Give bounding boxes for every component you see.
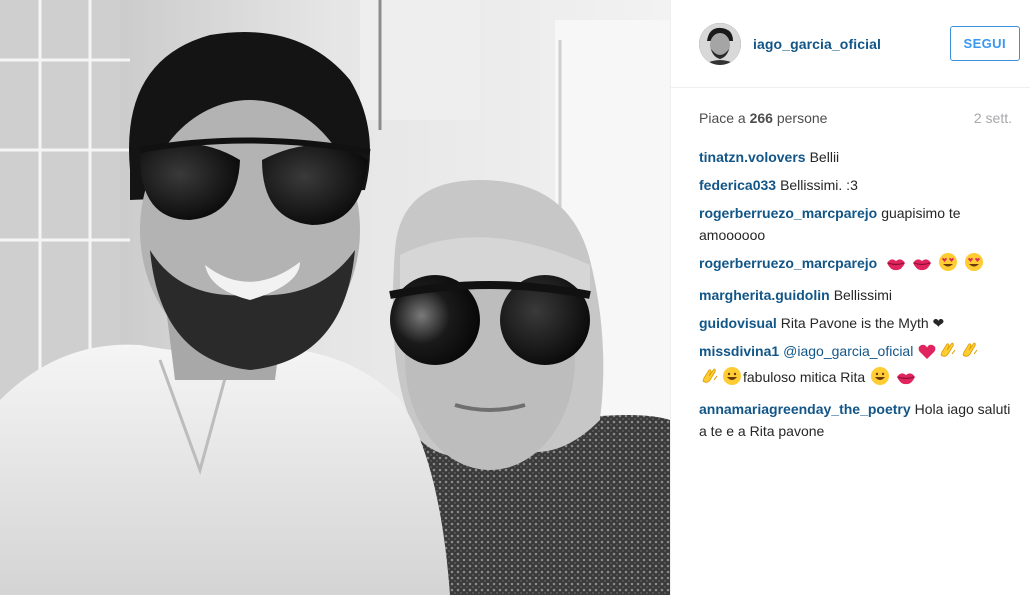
likes-suffix: persone (776, 110, 828, 126)
likes-prefix: Piace a (699, 110, 746, 126)
likes-count: 266 (749, 110, 773, 126)
heart-eyes-face-icon (964, 252, 984, 278)
clapping-hands-icon (960, 340, 980, 366)
comment-mention[interactable]: @iago_garcia_oficial (783, 343, 913, 359)
comment-item: rogerberruezo_marcparejo (699, 252, 1012, 278)
avatar-image (699, 22, 741, 65)
post-timestamp[interactable]: 2 sett. (974, 110, 1012, 126)
comment-username[interactable]: rogerberruezo_marcparejo (699, 205, 877, 221)
kiss-lips-icon (886, 256, 906, 278)
comment-username[interactable]: margherita.guidolin (699, 287, 830, 303)
comment-text: Bellissimi. :3 (780, 177, 858, 193)
post-photo[interactable] (0, 0, 670, 595)
comment-text: fabuloso mitica Rita (743, 369, 866, 385)
comment-item: guidovisual Rita Pavone is the Myth ❤ (699, 312, 1012, 334)
comment-item: rogerberruezo_marcparejo guapisimo te amo… (699, 202, 1012, 246)
kiss-lips-icon (912, 256, 932, 278)
clapping-hands-icon (700, 366, 720, 392)
comment-text: Bellissimi (833, 287, 893, 303)
comment-text: Rita Pavone is the Myth ❤ (780, 315, 945, 331)
comment-item: margherita.guidolin Bellissimi (699, 284, 1012, 306)
comment-username[interactable]: rogerberruezo_marcparejo (699, 255, 877, 271)
comment-text: Bellii (809, 149, 840, 165)
comment-item: missdivina1 @iago_garcia_oficial fabuloso… (699, 340, 1012, 392)
clapping-hands-icon (938, 340, 958, 366)
post-author-username[interactable]: iago_garcia_oficial (753, 36, 950, 52)
post-side-panel: iago_garcia_oficial SEGUI Piace a 266 pe… (670, 0, 1030, 595)
post-header: iago_garcia_oficial SEGUI (671, 0, 1030, 88)
comment-username[interactable]: annamariagreenday_the_poetry (699, 401, 911, 417)
avatar[interactable] (699, 22, 741, 65)
kiss-lips-icon (896, 370, 916, 392)
grinning-face-icon (870, 366, 890, 392)
comment-username[interactable]: tinatzn.volovers (699, 149, 806, 165)
grinning-face-icon (722, 366, 742, 392)
instagram-post: iago_garcia_oficial SEGUI Piace a 266 pe… (0, 0, 1030, 595)
post-meta: Piace a 266 persone 2 sett. (671, 88, 1030, 126)
comment-item: tinatzn.volovers Bellii (699, 146, 1012, 168)
comment-username[interactable]: guidovisual (699, 315, 777, 331)
red-heart-icon (918, 344, 936, 366)
comment-username[interactable]: federica033 (699, 177, 776, 193)
selfie-image (0, 0, 670, 595)
comment-item: annamariagreenday_the_poetry Hola iago sa… (699, 398, 1012, 442)
likes-summary[interactable]: Piace a 266 persone (699, 110, 827, 126)
comment-item: federica033 Bellissimi. :3 (699, 174, 1012, 196)
heart-eyes-face-icon (938, 252, 958, 278)
comment-list: tinatzn.volovers Bellii federica033 Bellis… (671, 126, 1030, 442)
follow-button[interactable]: SEGUI (949, 26, 1020, 61)
comment-username[interactable]: missdivina1 (699, 343, 779, 359)
